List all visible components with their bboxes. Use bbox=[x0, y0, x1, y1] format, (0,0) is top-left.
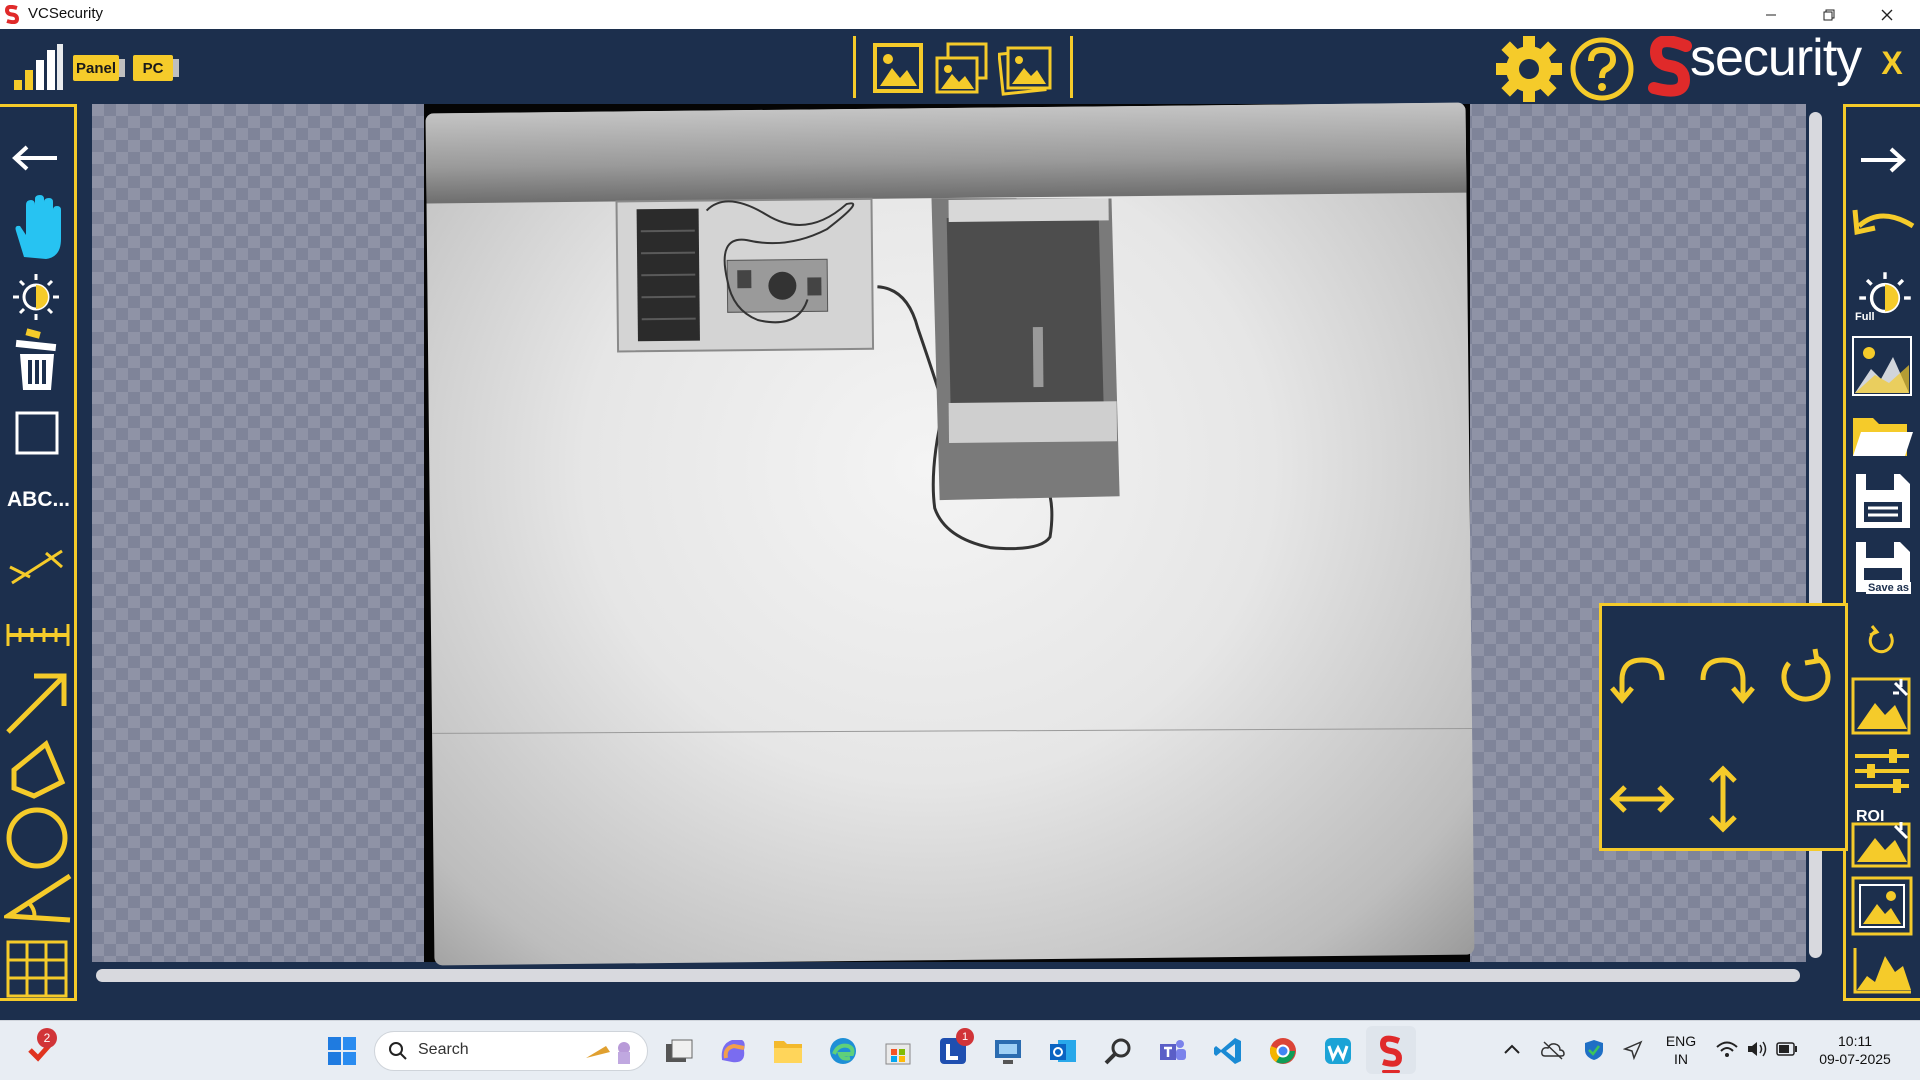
chrome-icon[interactable] bbox=[1266, 1034, 1300, 1068]
adjust-sliders-icon[interactable] bbox=[1853, 748, 1911, 794]
show-hidden-icons-icon[interactable] bbox=[1503, 1042, 1521, 1056]
active-app-indicator bbox=[1382, 1070, 1400, 1073]
rectangle-tool-icon[interactable] bbox=[14, 410, 60, 456]
language-code: ENG bbox=[1665, 1033, 1697, 1049]
volume-icon[interactable] bbox=[1746, 1040, 1768, 1058]
open-folder-icon[interactable] bbox=[1851, 410, 1915, 460]
polygon-tool-icon[interactable] bbox=[10, 740, 66, 800]
image-enhance-icon[interactable] bbox=[1851, 673, 1913, 735]
forward-arrow-icon[interactable] bbox=[1859, 145, 1907, 175]
remote-desktop-icon[interactable] bbox=[991, 1034, 1025, 1068]
dual-image-icon[interactable] bbox=[934, 40, 990, 96]
outlook-icon[interactable] bbox=[1046, 1034, 1080, 1068]
xray-image[interactable] bbox=[425, 102, 1475, 966]
app-logo-icon bbox=[5, 5, 19, 24]
ellipse-tool-icon[interactable] bbox=[5, 806, 69, 870]
close-app-button[interactable]: X bbox=[1873, 42, 1911, 84]
image-frame-icon[interactable] bbox=[1851, 876, 1913, 936]
histogram-image-icon[interactable] bbox=[1851, 335, 1913, 397]
arrow-tool-icon[interactable] bbox=[4, 670, 70, 736]
teams-icon[interactable] bbox=[1156, 1034, 1190, 1068]
magnifier-icon[interactable] bbox=[1101, 1034, 1135, 1068]
clock-time: 10:11 bbox=[1838, 1033, 1872, 1049]
stacked-image-icon[interactable] bbox=[998, 42, 1054, 96]
search-placeholder: Search bbox=[418, 1041, 469, 1058]
file-explorer-icon[interactable] bbox=[771, 1034, 805, 1068]
rotate-180-icon[interactable] bbox=[1775, 647, 1833, 705]
rotate-right-icon[interactable] bbox=[1693, 650, 1755, 706]
back-arrow-icon[interactable] bbox=[11, 143, 61, 173]
location-send-icon[interactable] bbox=[1623, 1040, 1643, 1060]
clock[interactable]: 10:11 09-07-2025 bbox=[1810, 1032, 1900, 1068]
divider bbox=[1070, 36, 1073, 98]
save-as-label: Save as bbox=[1866, 582, 1911, 594]
brightness-icon[interactable] bbox=[11, 272, 61, 322]
flip-vertical-icon[interactable] bbox=[1706, 765, 1740, 833]
xray-box-container bbox=[931, 198, 1120, 501]
angle-tool-icon[interactable] bbox=[4, 872, 72, 924]
search-highlight-icon bbox=[584, 1036, 638, 1066]
trash-icon[interactable] bbox=[14, 328, 60, 394]
onedrive-offline-icon[interactable] bbox=[1541, 1040, 1565, 1060]
line-measure-icon[interactable] bbox=[8, 545, 66, 589]
webstorm-icon[interactable] bbox=[1321, 1034, 1355, 1068]
task-view-icon[interactable] bbox=[662, 1034, 696, 1068]
store-icon[interactable] bbox=[881, 1034, 915, 1068]
horizontal-scrollbar[interactable] bbox=[96, 969, 1800, 982]
roi-label: ROI bbox=[1856, 808, 1885, 825]
full-label: Full bbox=[1855, 311, 1875, 323]
restore-button[interactable] bbox=[1806, 0, 1852, 29]
wifi-icon[interactable] bbox=[1716, 1040, 1738, 1058]
pc-badge-tip bbox=[173, 59, 179, 77]
close-window-button[interactable] bbox=[1864, 0, 1910, 29]
gear-icon[interactable] bbox=[1494, 34, 1564, 104]
title-bar: VCSecurity bbox=[0, 0, 1920, 29]
region-code: IN bbox=[1674, 1051, 1688, 1067]
ruler-icon[interactable] bbox=[5, 620, 71, 650]
divider bbox=[853, 36, 856, 98]
panel-badge-tip bbox=[119, 59, 125, 77]
battery-icon[interactable] bbox=[1776, 1042, 1798, 1056]
search-icon bbox=[388, 1041, 408, 1061]
brand-text: security bbox=[1690, 29, 1862, 87]
vscode-icon[interactable] bbox=[1211, 1034, 1245, 1068]
vcsecurity-taskbar-icon[interactable] bbox=[1374, 1034, 1408, 1068]
window-title: VCSecurity bbox=[28, 5, 104, 22]
brand-s-logo-icon bbox=[1648, 36, 1692, 98]
undo-icon[interactable] bbox=[1851, 202, 1917, 242]
grid-icon[interactable] bbox=[6, 940, 68, 998]
signal-strength-icon bbox=[13, 44, 65, 92]
clock-date: 09-07-2025 bbox=[1819, 1051, 1891, 1067]
save-icon[interactable] bbox=[1854, 472, 1912, 530]
windows-start-icon[interactable] bbox=[325, 1034, 359, 1068]
xray-circuit-device bbox=[615, 197, 875, 353]
pc-badge[interactable]: PC bbox=[133, 55, 173, 81]
help-icon[interactable] bbox=[1569, 36, 1635, 102]
minimize-button[interactable] bbox=[1748, 0, 1794, 29]
single-image-icon[interactable] bbox=[872, 42, 924, 94]
text-tool[interactable]: ABC... bbox=[7, 488, 70, 512]
notification-count-badge: 2 bbox=[37, 1028, 57, 1048]
rotate-left-icon[interactable] bbox=[1610, 650, 1672, 706]
panel-badge[interactable]: Panel bbox=[73, 55, 119, 81]
reset-icon[interactable] bbox=[1866, 624, 1896, 656]
edge-icon[interactable] bbox=[826, 1034, 860, 1068]
histogram-icon[interactable] bbox=[1853, 946, 1913, 994]
language-indicator[interactable]: ENG IN bbox=[1664, 1032, 1698, 1068]
pan-hand-icon[interactable] bbox=[10, 195, 66, 261]
flip-horizontal-icon[interactable] bbox=[1609, 782, 1675, 816]
security-shield-icon[interactable] bbox=[1584, 1039, 1604, 1061]
app-badge: 1 bbox=[956, 1028, 974, 1046]
copilot-icon[interactable] bbox=[716, 1034, 750, 1068]
